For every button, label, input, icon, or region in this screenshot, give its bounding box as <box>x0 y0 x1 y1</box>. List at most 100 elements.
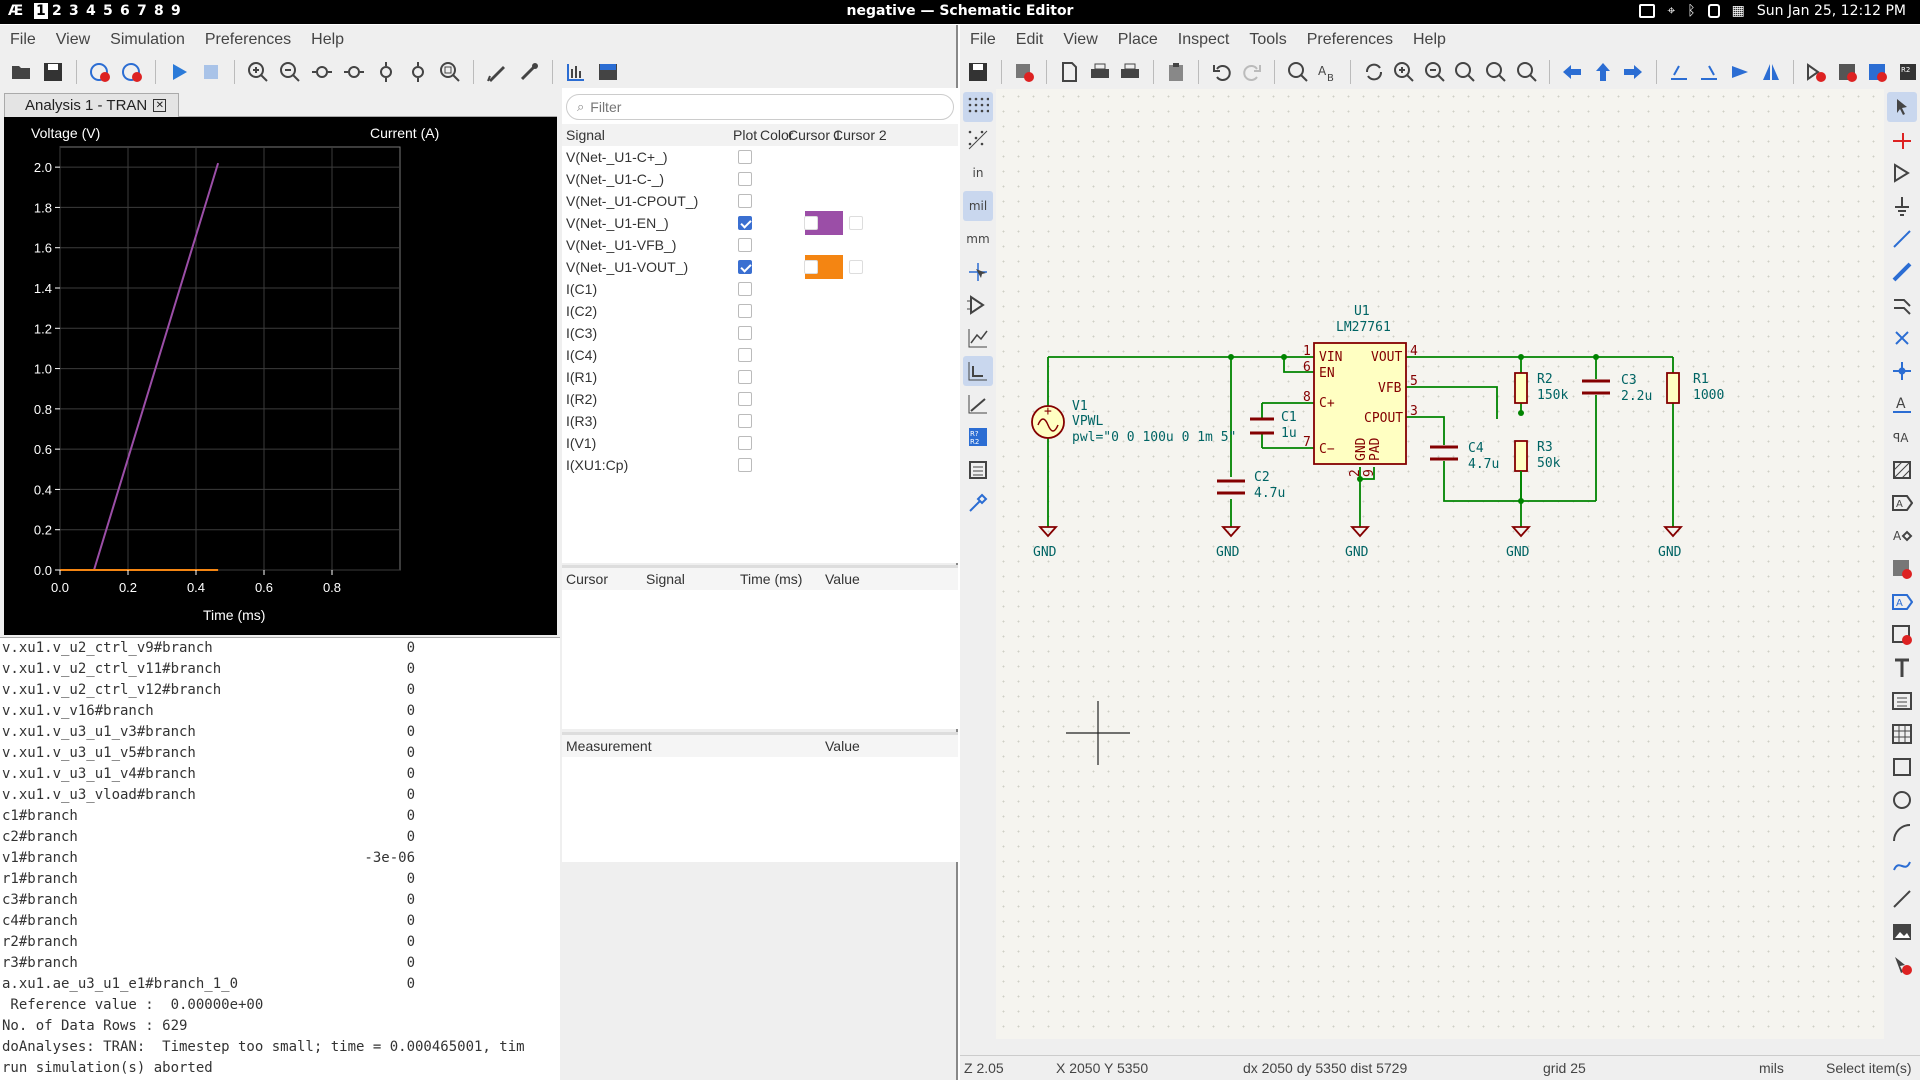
units-inch[interactable]: in <box>963 158 993 188</box>
add-label-icon[interactable]: A <box>1887 389 1917 419</box>
hierarchy-navigator-icon[interactable] <box>963 455 993 485</box>
zoom-selection-icon[interactable] <box>1514 59 1539 85</box>
schematic-canvas[interactable]: U1 LM27761 VIN EN C+ C− VOUT VFB CPOUT G… <box>996 89 1884 1039</box>
cursor1-checkbox[interactable] <box>804 216 818 230</box>
cursor2-checkbox[interactable] <box>849 260 863 274</box>
calendar-icon[interactable]: ▦ <box>1732 3 1745 19</box>
navigate-forward-icon[interactable] <box>1621 59 1646 85</box>
highlight-net-icon[interactable] <box>1887 125 1917 155</box>
zoom-in-vertical-icon[interactable] <box>373 59 399 85</box>
grid-overrides-icon[interactable] <box>963 125 993 155</box>
signal-row[interactable]: I(C2) <box>562 300 958 322</box>
hidden-pins-icon[interactable] <box>963 290 993 320</box>
page-settings-icon[interactable] <box>1057 59 1082 85</box>
add-sheet-icon[interactable] <box>1887 554 1917 584</box>
line-modes-free-icon[interactable] <box>963 323 993 353</box>
sim-menu-preferences[interactable]: Preferences <box>195 31 301 49</box>
mirror-v-icon[interactable] <box>1728 59 1753 85</box>
sim-menu-file[interactable]: File <box>0 31 46 49</box>
delete-tool-icon[interactable] <box>1887 950 1917 980</box>
probe-icon[interactable] <box>484 59 510 85</box>
signal-row[interactable]: V(Net-_U1-VFB_) <box>562 234 958 256</box>
plot-checkbox[interactable] <box>738 436 752 450</box>
netlist-icon[interactable] <box>595 59 621 85</box>
plot-checkbox[interactable] <box>738 458 752 472</box>
r1-resistor[interactable] <box>1666 372 1680 404</box>
display-icon[interactable] <box>1639 4 1656 18</box>
plot-checkbox[interactable] <box>738 172 752 186</box>
new-analysis-icon[interactable] <box>87 59 113 85</box>
zoom-objects-icon[interactable] <box>1484 59 1509 85</box>
signal-row[interactable]: I(C4) <box>562 344 958 366</box>
grid-icon[interactable] <box>963 92 993 122</box>
tuner-icon[interactable] <box>516 59 542 85</box>
add-table-icon[interactable] <box>1887 719 1917 749</box>
select-arrow-icon[interactable] <box>1887 92 1917 122</box>
plot-checkbox[interactable] <box>738 326 752 340</box>
signal-row[interactable]: I(R1) <box>562 366 958 388</box>
plot-checkbox[interactable] <box>738 282 752 296</box>
add-image-icon[interactable] <box>1887 917 1917 947</box>
no-connect-icon[interactable] <box>1887 323 1917 353</box>
run-simulation-icon[interactable] <box>166 59 192 85</box>
signal-row[interactable]: V(Net-_U1-C-_) <box>562 168 958 190</box>
signal-row[interactable]: V(Net-_U1-C+_) <box>562 146 958 168</box>
add-power-icon[interactable] <box>1887 191 1917 221</box>
zoom-out-horizontal-icon[interactable] <box>341 59 367 85</box>
plot-checkbox[interactable] <box>738 348 752 362</box>
cursor2-checkbox[interactable] <box>849 216 863 230</box>
undo-icon[interactable] <box>1209 59 1234 85</box>
units-mm[interactable]: mm <box>963 224 993 254</box>
transient-plot[interactable]: 0.0 0.2 0.4 0.6 0.8 1.0 1.2 1.4 1.6 1.8 2.0 0.0 0.2 0… <box>4 117 557 635</box>
cursor-style-icon[interactable] <box>963 257 993 287</box>
units-mil[interactable]: mil <box>963 191 993 221</box>
erc-icon[interactable] <box>1804 59 1829 85</box>
signal-row[interactable]: V(Net-_U1-CPOUT_) <box>562 190 958 212</box>
sim-console[interactable]: v.xu1.v_u2_ctrl_v9#branch 0 v.xu1.v_u2_ctr… <box>0 637 560 1080</box>
add-arc-icon[interactable] <box>1887 818 1917 848</box>
add-bus-entry-icon[interactable] <box>1887 290 1917 320</box>
plot-checkbox[interactable] <box>738 216 752 230</box>
add-bus-icon[interactable] <box>1887 257 1917 287</box>
symbol-editor-icon[interactable] <box>1834 59 1859 85</box>
stop-simulation-icon[interactable] <box>198 59 224 85</box>
signal-row[interactable]: V(Net-_U1-VOUT_) <box>562 255 958 279</box>
plot-checkbox[interactable] <box>738 304 752 318</box>
plot-checkbox[interactable] <box>738 392 752 406</box>
c3-capacitor[interactable] <box>1582 379 1610 395</box>
add-hier-label-icon[interactable]: A <box>1887 521 1917 551</box>
signal-row[interactable]: I(R3) <box>562 410 958 432</box>
add-circle-icon[interactable] <box>1887 785 1917 815</box>
v1-source[interactable]: + V1 VPWL pwl="0 0 100u 0 1m 5" <box>1031 399 1236 445</box>
annotate-auto-icon[interactable]: R? R2 <box>963 422 993 452</box>
find-replace-icon[interactable]: AB <box>1316 59 1341 85</box>
open-folder-icon[interactable] <box>8 59 34 85</box>
sch-menu-inspect[interactable]: Inspect <box>1168 31 1240 49</box>
plot-checkbox[interactable] <box>738 194 752 208</box>
sim-settings-icon[interactable] <box>119 59 145 85</box>
redo-icon[interactable] <box>1240 59 1265 85</box>
signal-row[interactable]: I(R2) <box>562 388 958 410</box>
add-global-label-icon[interactable]: A <box>1887 488 1917 518</box>
rotate-ccw-icon[interactable] <box>1666 59 1691 85</box>
signal-filter-input[interactable] <box>590 99 931 115</box>
signal-row[interactable]: I(XU1:Cp) <box>562 454 958 476</box>
add-rule-area-icon[interactable] <box>1887 455 1917 485</box>
signal-row[interactable]: I(C1) <box>562 278 958 300</box>
add-wire-icon[interactable] <box>1887 224 1917 254</box>
line-modes-45-icon[interactable] <box>963 389 993 419</box>
paste-icon[interactable] <box>1164 59 1189 85</box>
signal-filter[interactable]: ⌕ <box>566 94 954 120</box>
add-sheet-pin-icon[interactable]: A <box>1887 587 1917 617</box>
add-symbol-icon[interactable] <box>1887 158 1917 188</box>
sim-menu-simulation[interactable]: Simulation <box>100 31 195 49</box>
annotate-icon[interactable] <box>1865 59 1890 85</box>
zoom-out-icon[interactable] <box>1423 59 1448 85</box>
add-junction-icon[interactable] <box>1887 356 1917 386</box>
properties-icon[interactable] <box>963 488 993 518</box>
line-modes-90-icon[interactable] <box>963 356 993 386</box>
bom-icon[interactable]: R2 <box>1895 59 1920 85</box>
plot-area[interactable]: 0.0 0.2 0.4 0.6 0.8 1.0 1.2 1.4 1.6 1.8 2.0 0.0 0.2 0… <box>4 117 557 635</box>
zoom-out-icon[interactable] <box>277 59 303 85</box>
bluetooth-icon[interactable]: ᛒ <box>1687 3 1695 19</box>
